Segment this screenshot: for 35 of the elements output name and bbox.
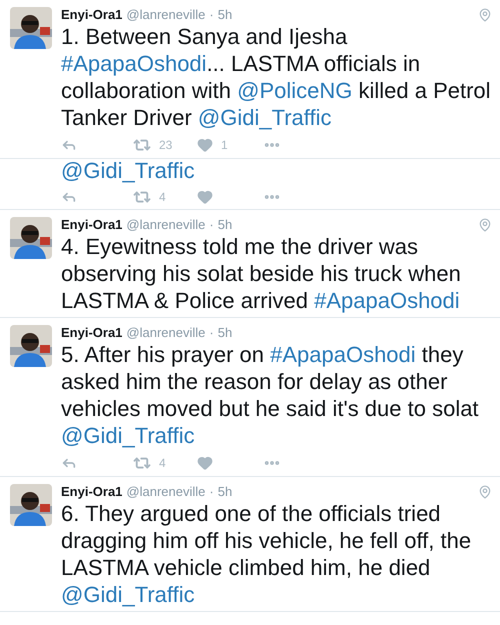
tweet-time: 5h (218, 7, 232, 23)
separator-dot: · (209, 217, 214, 233)
hashtag-link[interactable]: #ApapaOshodi (314, 288, 460, 313)
separator-dot: · (209, 7, 214, 23)
tweet-time: 5h (218, 484, 232, 500)
mention-link[interactable]: @Gidi_Traffic (61, 423, 195, 448)
author-name[interactable]: Enyi-Ora1 (61, 7, 122, 23)
author-handle: @lanreneville (126, 325, 206, 341)
tweet-text: 1. Between Sanya and Ijesha #ApapaOshodi... LASTMA officials in collaboration with @PoliceNG killed a Petrol Tanker Driver @Gidi_Traffic (61, 23, 492, 131)
like-icon[interactable] (197, 455, 213, 471)
retweet-count: 4 (159, 455, 166, 472)
separator-dot: · (209, 325, 214, 341)
like-count: 1 (221, 137, 228, 154)
mention-link[interactable]: @Gidi_Traffic (61, 158, 195, 183)
author-handle: @lanreneville (126, 7, 206, 23)
hashtag-link[interactable]: #ApapaOshodi (61, 51, 207, 76)
author-name[interactable]: Enyi-Ora1 (61, 217, 122, 233)
tweet-text: 5. After his prayer on #ApapaOshodi they asked him the reason for delay as other vehicles moved but he said it's due to solat @Gidi_Traffic (61, 341, 480, 449)
author-handle: @lanreneville (126, 484, 206, 500)
mention-link[interactable]: @Gidi_Traffic (61, 582, 195, 607)
hashtag-link[interactable]: #ApapaOshodi (270, 342, 416, 367)
like-icon[interactable] (197, 189, 213, 205)
separator-dot: · (209, 484, 214, 500)
tweet-text: 4. Eyewitness told me the driver was observing his solat beside his truck when LASTMA & Police arrived #ApapaOshodi (61, 233, 462, 314)
tweet-text: 6. They argued one of the officials tried dragging him off his vehicle, he fell off, the LASTMA vehicle climbed him, he died @Gidi_Traffic (61, 500, 472, 608)
mention-link[interactable]: @PoliceNG (237, 78, 352, 103)
tweet-time: 5h (218, 325, 232, 341)
mention-link[interactable]: @Gidi_Traffic (198, 105, 332, 130)
like-icon[interactable] (197, 137, 213, 153)
author-name[interactable]: Enyi-Ora1 (61, 325, 122, 341)
tweet-time: 5h (218, 217, 232, 233)
author-name[interactable]: Enyi-Ora1 (61, 484, 122, 500)
retweet-count: 4 (159, 189, 166, 206)
retweet-count: 23 (159, 137, 172, 154)
author-handle: @lanreneville (126, 217, 206, 233)
